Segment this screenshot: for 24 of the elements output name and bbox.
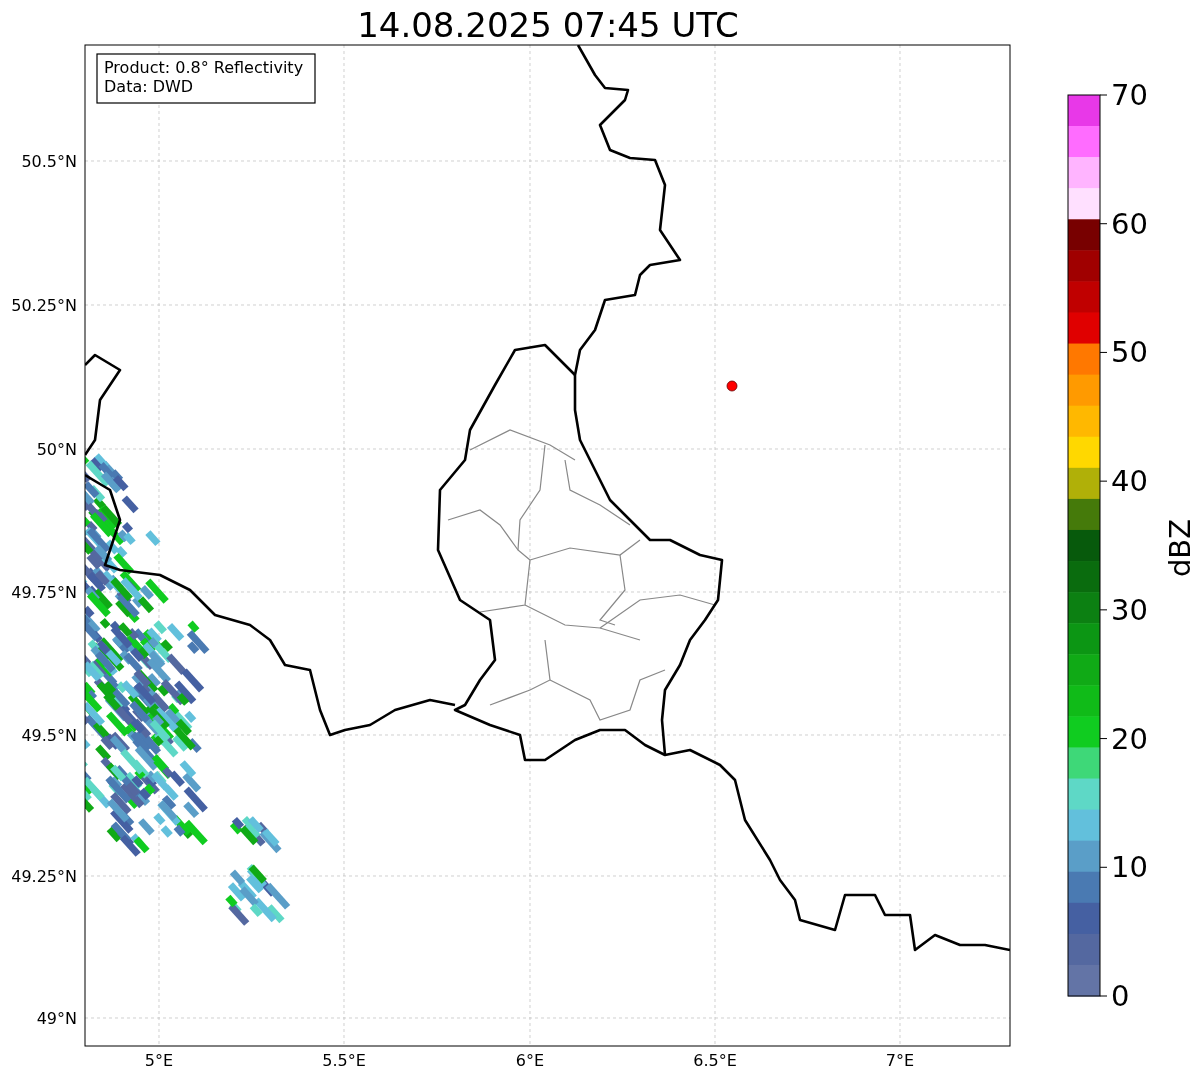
colorbar-tick-label: 40 bbox=[1111, 464, 1148, 499]
colorbar-tick-label: 30 bbox=[1111, 592, 1148, 627]
latitude-label: 49.25°N bbox=[11, 867, 77, 886]
colorbar-tick-label: 10 bbox=[1111, 850, 1148, 885]
longitude-label: 7°E bbox=[885, 1051, 915, 1070]
latitude-label: 49°N bbox=[36, 1009, 77, 1028]
longitude-label: 6.5°E bbox=[693, 1051, 737, 1070]
annotation-box: Product: 0.8° Reflectivity Data: DWD bbox=[96, 53, 316, 104]
chart-title: 14.08.2025 07:45 UTC bbox=[357, 5, 739, 45]
latitude-label: 50°N bbox=[36, 440, 77, 459]
longitude-label: 5°E bbox=[144, 1051, 174, 1070]
latitude-label: 49.75°N bbox=[11, 583, 77, 602]
radar-site-marker bbox=[726, 380, 738, 392]
colorbar-tick-label: 20 bbox=[1111, 721, 1148, 756]
colorbar-tick-label: 60 bbox=[1111, 206, 1148, 241]
latitude-label: 50.25°N bbox=[11, 296, 77, 315]
longitude-label: 5.5°E bbox=[322, 1051, 366, 1070]
colorbar-tick-label: 50 bbox=[1111, 335, 1148, 370]
latitude-label: 49.5°N bbox=[21, 726, 77, 745]
longitude-label: 6°E bbox=[515, 1051, 545, 1070]
colorbar-tick-label: 70 bbox=[1111, 78, 1148, 112]
colorbar-axis-label: dBZ bbox=[1163, 518, 1197, 578]
colorbar-tick-label: 0 bbox=[1111, 979, 1130, 1013]
latitude-label: 50.5°N bbox=[21, 152, 77, 171]
